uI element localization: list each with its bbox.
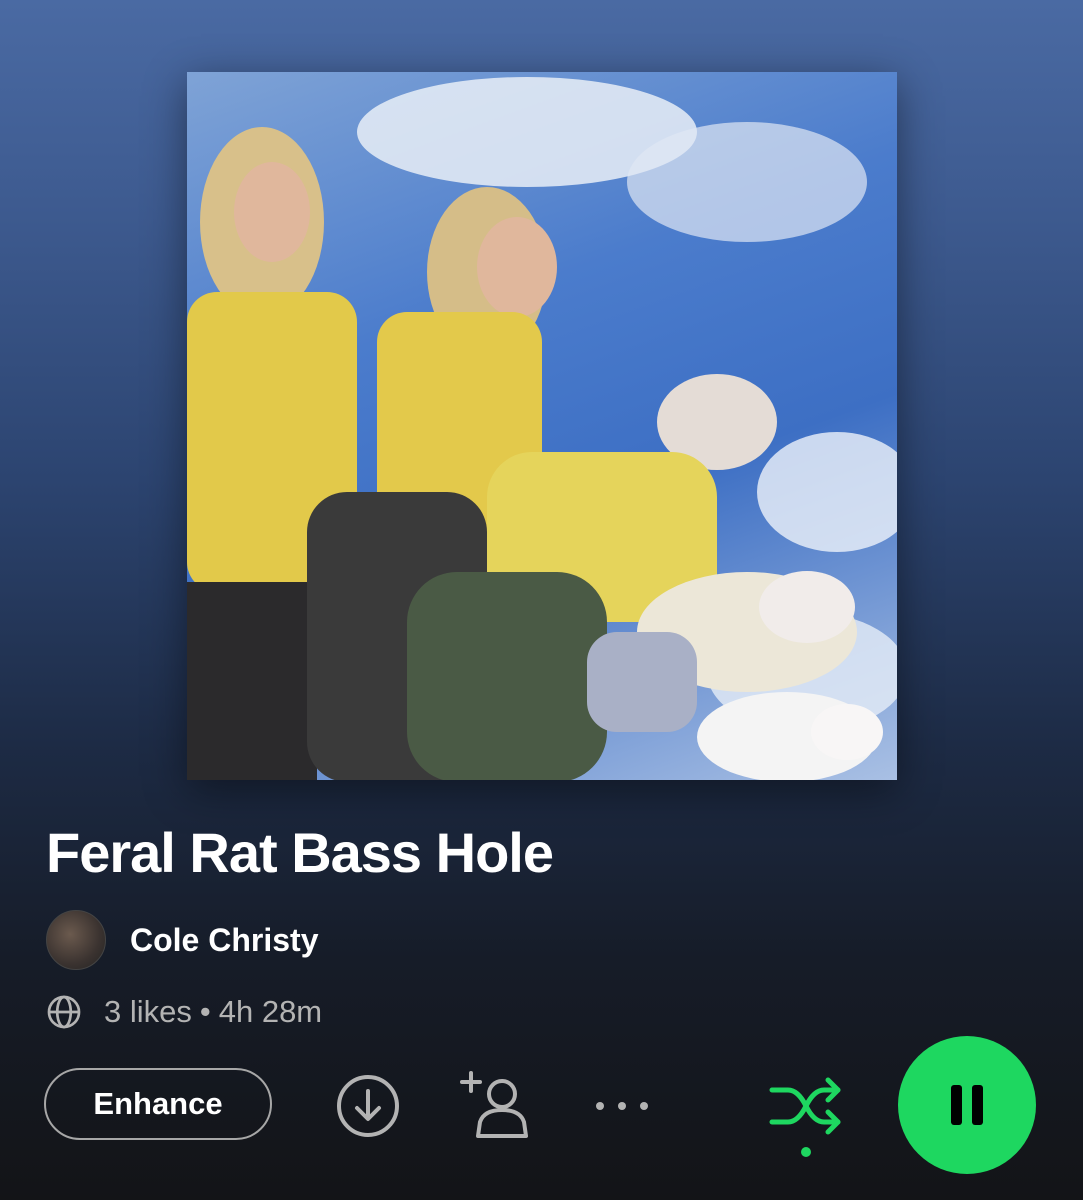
pause-button[interactable]: [898, 1036, 1036, 1174]
download-button[interactable]: [336, 1074, 400, 1138]
add-collaborator-button[interactable]: [458, 1070, 534, 1140]
owner-name[interactable]: Cole Christy: [130, 922, 318, 959]
shuffle-button[interactable]: [768, 1076, 844, 1160]
likes-count: 3 likes: [104, 994, 192, 1029]
download-icon: [337, 1075, 399, 1137]
playlist-meta: 3 likes • 4h 28m: [46, 994, 322, 1030]
playlist-title: Feral Rat Bass Hole: [46, 821, 554, 884]
action-bar: Enhance: [0, 1036, 1083, 1176]
shuffle-icon: [769, 1077, 841, 1157]
playlist-owner[interactable]: Cole Christy: [46, 910, 318, 970]
more-options-icon: [596, 1102, 648, 1110]
avatar[interactable]: [46, 910, 106, 970]
cover-illustration: [187, 77, 897, 780]
more-options-button[interactable]: [590, 1086, 654, 1126]
add-user-icon: [460, 1071, 528, 1138]
meta-separator: •: [199, 994, 211, 1029]
enhance-button[interactable]: Enhance: [44, 1068, 272, 1140]
playlist-cover-image: [187, 72, 897, 780]
playlist-duration: 4h 28m: [218, 994, 323, 1029]
pause-icon: [951, 1085, 983, 1125]
globe-icon: [47, 995, 81, 1029]
